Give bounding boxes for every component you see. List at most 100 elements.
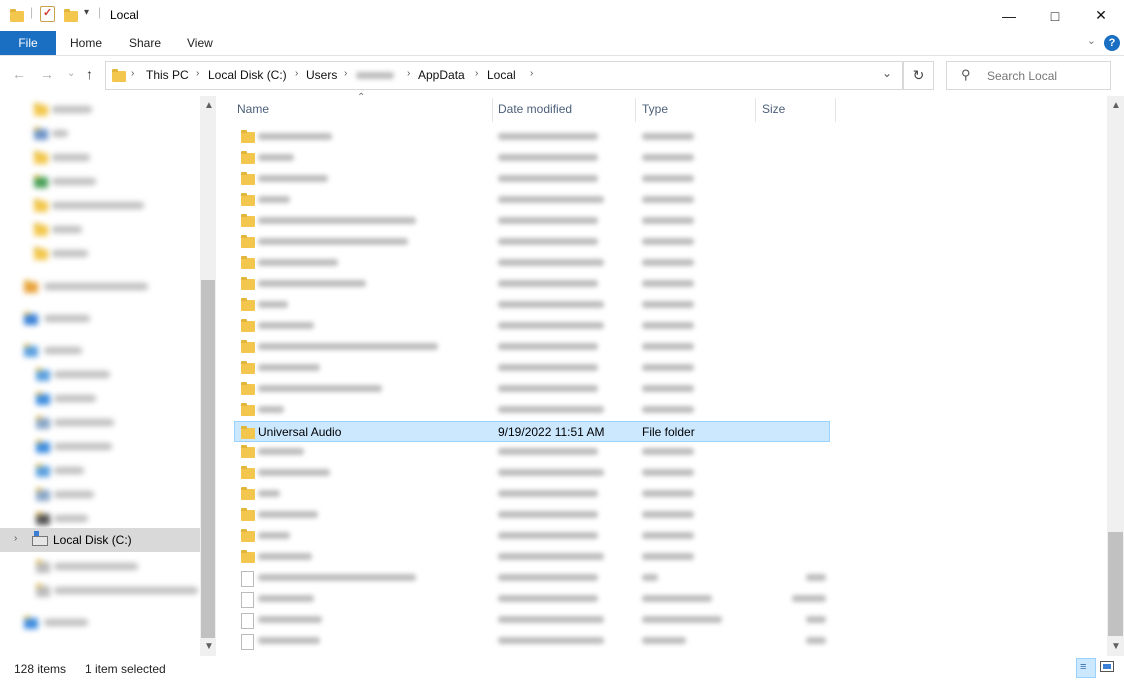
- tab-file[interactable]: File: [0, 31, 56, 55]
- blurred-date: [498, 511, 598, 518]
- breadcrumb-this-pc[interactable]: This PC: [146, 68, 189, 82]
- details-view-button[interactable]: ≡: [1076, 658, 1096, 678]
- tab-view[interactable]: View: [187, 31, 213, 55]
- up-arrow-icon[interactable]: ↑: [86, 66, 93, 82]
- new-folder-icon[interactable]: [64, 9, 78, 22]
- table-row[interactable]: [234, 379, 830, 399]
- scroll-down-icon[interactable]: ▼: [1111, 641, 1121, 652]
- blurred-label[interactable]: [52, 130, 68, 137]
- chevron-right-icon[interactable]: ›: [530, 68, 533, 79]
- table-row[interactable]: [234, 232, 830, 252]
- search-input[interactable]: Search Local: [987, 69, 1057, 83]
- tab-home[interactable]: Home: [70, 31, 102, 55]
- table-row[interactable]: [234, 547, 830, 567]
- column-header-date[interactable]: Date modified: [498, 102, 572, 116]
- blurred-label[interactable]: [54, 395, 96, 402]
- blurred-label[interactable]: [44, 619, 88, 626]
- chevron-right-icon[interactable]: ›: [131, 68, 134, 79]
- blurred-label[interactable]: [52, 226, 82, 233]
- help-icon[interactable]: ?: [1104, 35, 1120, 51]
- blurred-label[interactable]: [52, 202, 144, 209]
- minimize-button[interactable]: —: [986, 0, 1032, 31]
- table-row[interactable]: [234, 526, 830, 546]
- table-row[interactable]: [234, 400, 830, 420]
- column-header-type[interactable]: Type: [642, 102, 668, 116]
- blurred-label[interactable]: [52, 154, 90, 161]
- table-row[interactable]: [234, 127, 830, 147]
- blurred-label[interactable]: [54, 587, 198, 594]
- blurred-label[interactable]: [44, 283, 148, 290]
- table-row[interactable]: [234, 169, 830, 189]
- chevron-right-icon[interactable]: ›: [344, 68, 347, 79]
- column-header-name[interactable]: Name: [237, 102, 269, 116]
- column-divider[interactable]: [755, 98, 756, 122]
- blurred-label[interactable]: [52, 106, 92, 113]
- file-list-scrollbar[interactable]: ▲ ▼: [1107, 96, 1124, 656]
- blurred-label[interactable]: [44, 347, 82, 354]
- breadcrumb-local-disk[interactable]: Local Disk (C:): [208, 68, 287, 82]
- table-row[interactable]: [234, 337, 830, 357]
- table-row[interactable]: [234, 316, 830, 336]
- blurred-label[interactable]: [52, 250, 88, 257]
- table-row[interactable]: [234, 463, 830, 483]
- blurred-label[interactable]: [54, 371, 110, 378]
- table-row[interactable]: [234, 568, 830, 588]
- table-row[interactable]: [234, 253, 830, 273]
- table-row[interactable]: [234, 610, 830, 630]
- properties-icon[interactable]: ✓: [40, 6, 55, 22]
- blurred-label[interactable]: [54, 419, 114, 426]
- blurred-label[interactable]: [44, 315, 90, 322]
- table-row[interactable]: [234, 589, 830, 609]
- scrollbar-thumb[interactable]: [201, 280, 215, 638]
- refresh-button[interactable]: ↻: [903, 61, 934, 90]
- forward-arrow-icon[interactable]: →: [40, 66, 54, 82]
- chevron-right-icon[interactable]: ›: [475, 68, 478, 79]
- blurred-label[interactable]: [54, 563, 138, 570]
- table-row[interactable]: [234, 484, 830, 504]
- nav-item-local-disk[interactable]: › Local Disk (C:): [0, 528, 200, 552]
- scroll-up-icon[interactable]: ▲: [1111, 100, 1121, 111]
- table-row[interactable]: [234, 211, 830, 231]
- blurred-label[interactable]: [54, 443, 112, 450]
- back-arrow-icon[interactable]: ←: [12, 66, 26, 82]
- scroll-down-icon[interactable]: ▼: [204, 641, 214, 652]
- expand-ribbon-icon[interactable]: ⌄: [1087, 34, 1096, 47]
- table-row[interactable]: [234, 505, 830, 525]
- blurred-label[interactable]: [52, 178, 96, 185]
- address-bar[interactable]: › This PC › Local Disk (C:) › Users › › …: [105, 61, 903, 90]
- scrollbar-thumb[interactable]: [1108, 532, 1123, 636]
- scroll-up-icon[interactable]: ▲: [204, 100, 214, 111]
- large-icons-view-button[interactable]: [1100, 661, 1114, 672]
- chevron-right-icon[interactable]: ›: [407, 68, 410, 79]
- blurred-label[interactable]: [54, 491, 94, 498]
- tab-share[interactable]: Share: [129, 31, 161, 55]
- expand-chevron-icon[interactable]: ›: [14, 533, 17, 544]
- maximize-button[interactable]: □: [1032, 0, 1078, 31]
- blurred-label[interactable]: [54, 467, 84, 474]
- table-row[interactable]: [234, 358, 830, 378]
- table-row[interactable]: [234, 148, 830, 168]
- table-row[interactable]: [234, 442, 830, 462]
- table-row[interactable]: [234, 295, 830, 315]
- redacted-username[interactable]: [356, 72, 394, 79]
- table-row[interactable]: [234, 631, 830, 651]
- breadcrumb-appdata[interactable]: AppData: [418, 68, 465, 82]
- address-dropdown-icon[interactable]: ⌄: [882, 66, 892, 80]
- chevron-right-icon[interactable]: ›: [196, 68, 199, 79]
- nav-scrollbar[interactable]: ▲ ▼: [200, 96, 216, 656]
- recent-locations-icon[interactable]: ⌄: [67, 68, 75, 79]
- column-divider[interactable]: [492, 98, 493, 122]
- chevron-right-icon[interactable]: ›: [295, 68, 298, 79]
- table-row[interactable]: [234, 274, 830, 294]
- blurred-label[interactable]: [54, 515, 88, 522]
- customize-quick-access-icon[interactable]: ▾: [84, 7, 89, 18]
- search-box[interactable]: ⚲ Search Local: [946, 61, 1111, 90]
- breadcrumb-users[interactable]: Users: [306, 68, 337, 82]
- column-divider[interactable]: [835, 98, 836, 122]
- table-row-selected[interactable]: Universal Audio 9/19/2022 11:51 AM File …: [234, 421, 830, 442]
- column-header-size[interactable]: Size: [762, 102, 785, 116]
- column-divider[interactable]: [635, 98, 636, 122]
- table-row[interactable]: [234, 190, 830, 210]
- close-button[interactable]: ✕: [1078, 0, 1124, 31]
- breadcrumb-local[interactable]: Local: [487, 68, 516, 82]
